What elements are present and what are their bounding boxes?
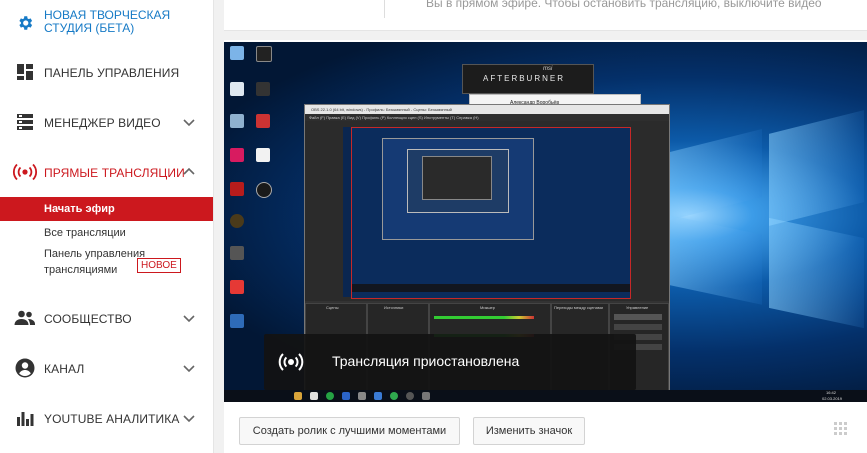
studio-title: НОВАЯ ТВОРЧЕСКАЯ СТУДИЯ (БЕТА) — [44, 8, 171, 35]
desktop-icon — [256, 82, 270, 96]
sidebar-item-label: КАНАЛ — [44, 362, 85, 376]
sidebar-item-video-manager[interactable]: МЕНЕДЖЕР ВИДЕО — [0, 110, 213, 134]
afterburner-window: msi AFTERBURNER — [462, 64, 594, 94]
obs-preview — [351, 127, 631, 299]
desktop-icon — [230, 114, 244, 128]
desktop-icon — [230, 314, 244, 328]
sidebar-item-label: МЕНЕДЖЕР ВИДЕО — [44, 116, 161, 130]
create-highlights-button[interactable]: Создать ролик с лучшими моментами — [239, 417, 460, 445]
stream-paused-text: Трансляция приостановлена — [332, 353, 520, 369]
chevron-down-icon[interactable] — [181, 360, 197, 376]
taskbar-icon — [406, 392, 414, 400]
community-icon — [14, 307, 36, 329]
live-status-note: Вы в прямом эфире. Чтобы остановить тран… — [426, 0, 822, 10]
desktop-icon — [256, 182, 272, 198]
taskbar-icon — [422, 392, 430, 400]
channel-icon — [14, 357, 36, 379]
desktop-icon — [256, 148, 270, 162]
change-thumbnail-button[interactable]: Изменить значок — [473, 417, 585, 445]
mixer-meter — [434, 316, 534, 319]
obs-menu-bar: Файл (F) Правка (E) Вид (V) Профиль (P) … — [305, 114, 669, 121]
sidebar-item-dashboard[interactable]: ПАНЕЛЬ УПРАВЛЕНИЯ — [0, 60, 213, 84]
msi-label: msi — [543, 66, 553, 72]
sidebar-item-live[interactable]: ПРЯМЫЕ ТРАНСЛЯЦИИ — [0, 160, 213, 184]
desktop-icon — [230, 148, 244, 162]
obs-control-button — [614, 314, 662, 320]
live-broadcast-icon — [278, 353, 304, 371]
obs-desktop-strip — [343, 127, 351, 297]
sidebar-subitem-start-live[interactable]: Начать эфир — [0, 197, 213, 221]
gear-icon — [14, 12, 36, 34]
obs-control-button — [614, 324, 662, 330]
sidebar-subitem-all-streams[interactable]: Все трансляции — [0, 221, 213, 243]
wallpaper-beam — [769, 217, 864, 329]
desktop-icon — [230, 82, 244, 96]
desktop-icon — [230, 214, 244, 228]
sidebar-item-community[interactable]: СООБЩЕСТВО — [0, 306, 213, 330]
taskbar-clock: 16:42 — [826, 390, 837, 395]
nested-preview — [407, 149, 509, 213]
video-manager-icon — [14, 111, 36, 133]
chevron-down-icon[interactable] — [181, 410, 197, 426]
chevron-up-icon[interactable] — [181, 164, 197, 180]
windows-taskbar: 16:42 02.03.2019 — [224, 390, 867, 402]
nested-preview — [382, 138, 534, 240]
sidebar-item-label: YOUTUBE АНАЛИТИКА — [44, 412, 180, 426]
sidebar-item-analytics[interactable]: YOUTUBE АНАЛИТИКА — [0, 406, 213, 430]
desktop-icon — [230, 182, 244, 196]
nested-preview — [422, 156, 492, 200]
taskbar-icon — [390, 392, 398, 400]
drag-handle-icon[interactable] — [834, 422, 848, 436]
desktop-icon — [256, 114, 270, 128]
stream-video-player[interactable]: msi AFTERBURNER Александр Воробьёв OBS 2… — [224, 42, 867, 402]
nested-taskbar — [352, 284, 630, 292]
live-broadcast-icon — [12, 161, 38, 183]
wallpaper-beam — [769, 110, 864, 226]
taskbar-icon — [342, 392, 350, 400]
taskbar-icon — [358, 392, 366, 400]
desktop-icon — [230, 280, 244, 294]
new-badge: НОВОЕ — [137, 258, 181, 273]
studio-beta-link[interactable]: НОВАЯ ТВОРЧЕСКАЯ СТУДИЯ (БЕТА) — [0, 6, 213, 40]
sidebar-item-channel[interactable]: КАНАЛ — [0, 356, 213, 380]
analytics-icon — [14, 407, 36, 429]
sidebar: НОВАЯ ТВОРЧЕСКАЯ СТУДИЯ (БЕТА) ПАНЕЛЬ УП… — [0, 0, 214, 453]
afterburner-label: AFTERBURNER — [483, 74, 566, 83]
chevron-down-icon[interactable] — [181, 310, 197, 326]
desktop-icon — [256, 46, 272, 62]
taskbar-icon — [326, 392, 334, 400]
dashboard-icon — [14, 61, 36, 83]
chevron-down-icon[interactable] — [181, 114, 197, 130]
sidebar-item-label: ПАНЕЛЬ УПРАВЛЕНИЯ — [44, 66, 180, 80]
taskbar-icon — [374, 392, 382, 400]
divider — [384, 0, 385, 18]
desktop-icon — [230, 246, 244, 260]
live-status-card: Вы в прямом эфире. Чтобы остановить тран… — [224, 0, 867, 31]
taskbar-date: 02.03.2019 — [822, 396, 843, 401]
stream-preview-card: msi AFTERBURNER Александр Воробьёв OBS 2… — [224, 40, 867, 453]
sidebar-item-label: СООБЩЕСТВО — [44, 312, 132, 326]
obs-title-bar: OBS 22.1.0 (64 bit, windows) - Профиль: … — [305, 105, 669, 114]
taskbar-icon — [310, 392, 318, 400]
sidebar-item-label: ПРЯМЫЕ ТРАНСЛЯЦИИ — [44, 166, 185, 180]
stream-paused-overlay: Трансляция приостановлена — [264, 334, 636, 390]
sidebar-subitem-stream-panel[interactable]: Панель управления трансляциями — [0, 244, 213, 278]
taskbar-icon — [294, 392, 302, 400]
desktop-icon — [230, 46, 244, 60]
